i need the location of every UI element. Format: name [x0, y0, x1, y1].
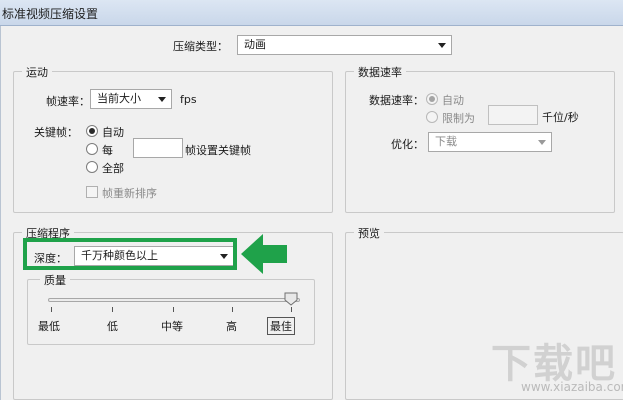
data-rate-group: 数据速率 数据速率： 自动 限制为 千位/秒 优化： 下载	[345, 64, 615, 213]
title-bar: 标准视频压缩设置	[0, 0, 623, 26]
motion-group: 运动 帧速率： 当前大小 fps 关键帧： 自动 每 帧设置关键帧 全部 帧重新…	[13, 64, 333, 213]
optimize-label: 优化：	[391, 138, 424, 151]
quality-group: 质量 最低 低 中等 高 最佳	[27, 272, 315, 345]
quality-slider-thumb[interactable]	[284, 292, 298, 306]
keyframe-every-label: 每	[102, 144, 113, 157]
chevron-down-icon	[538, 140, 546, 145]
window-title: 标准视频压缩设置	[2, 7, 99, 21]
keyframe-all-radio[interactable]	[86, 161, 98, 173]
keyframe-label: 关键帧：	[34, 126, 78, 139]
frame-reorder-label: 帧重新排序	[102, 187, 157, 200]
chevron-down-icon	[158, 97, 166, 102]
data-rate-unit: 千位/秒	[542, 111, 579, 124]
quality-level-low: 低	[107, 320, 118, 333]
keyframe-interval-input[interactable]	[133, 138, 183, 158]
data-rate-auto-label: 自动	[442, 94, 464, 107]
quality-level-high: 高	[226, 320, 237, 333]
compression-type-dropdown[interactable]: 动画	[237, 35, 452, 55]
watermark-url: www.xiazaiba.com	[521, 380, 623, 394]
preview-legend: 预览	[354, 225, 384, 241]
keyframe-all-label: 全部	[102, 162, 124, 175]
data-rate-limit-radio[interactable]	[426, 111, 438, 123]
frame-reorder-checkbox[interactable]	[86, 186, 98, 198]
frame-rate-label: 帧速率：	[46, 95, 90, 108]
quality-tick	[51, 307, 52, 312]
quality-legend: 质量	[40, 272, 70, 288]
compression-type-value: 动画	[244, 38, 266, 51]
quality-tick	[232, 307, 233, 312]
keyframe-auto-radio[interactable]	[86, 125, 98, 137]
quality-tick	[173, 307, 174, 312]
keyframe-every-suffix: 帧设置关键帧	[185, 144, 251, 157]
motion-legend: 运动	[22, 64, 52, 80]
data-rate-limit-label: 限制为	[442, 112, 475, 125]
keyframe-every-radio[interactable]	[86, 143, 98, 155]
compression-settings-dialog: 压缩类型： 动画 运动 帧速率： 当前大小 fps 关键帧： 自动 每 帧设置关…	[0, 26, 623, 400]
quality-level-best: 最佳	[267, 317, 295, 335]
keyframe-auto-label: 自动	[102, 126, 124, 139]
frame-rate-dropdown[interactable]: 当前大小	[90, 89, 172, 109]
depth-highlight-box	[23, 238, 237, 270]
chevron-down-icon	[438, 43, 446, 48]
frame-rate-unit: fps	[180, 93, 197, 106]
optimize-dropdown[interactable]: 下载	[428, 132, 552, 152]
data-rate-limit-input[interactable]	[488, 105, 538, 125]
quality-tick	[112, 307, 113, 312]
frame-rate-value: 当前大小	[97, 92, 141, 105]
quality-tick	[291, 307, 292, 312]
data-rate-legend: 数据速率	[354, 64, 406, 80]
compression-type-label: 压缩类型：	[173, 40, 228, 53]
data-rate-label: 数据速率：	[369, 94, 424, 107]
arrow-left-icon	[241, 234, 287, 274]
quality-level-lowest: 最低	[38, 320, 60, 333]
quality-level-medium: 中等	[161, 320, 183, 333]
data-rate-auto-radio[interactable]	[426, 93, 438, 105]
optimize-value: 下载	[435, 135, 457, 148]
quality-slider-track[interactable]	[48, 298, 300, 302]
